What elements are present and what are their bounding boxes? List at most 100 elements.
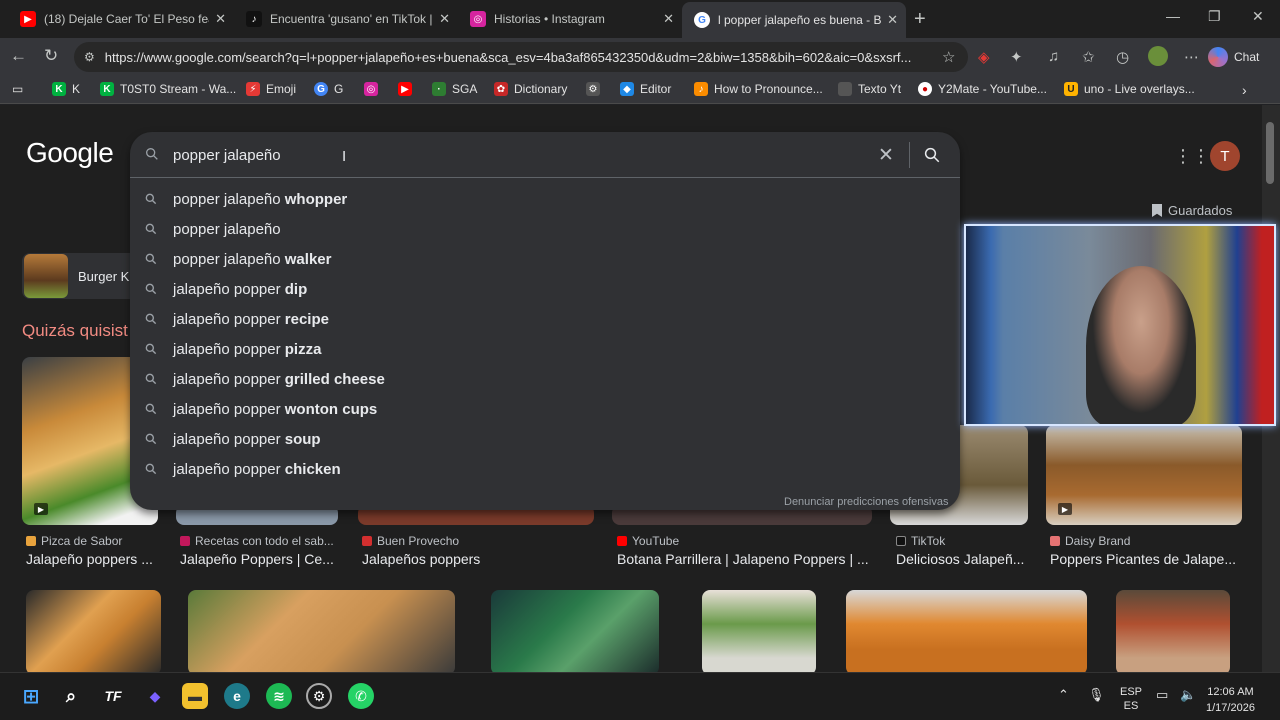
- address-bar[interactable]: ⚙ https://www.google.com/search?q=l+popp…: [74, 42, 968, 72]
- media-icon[interactable]: ♫: [1048, 48, 1059, 65]
- suggestion-item[interactable]: jalapeño popper soup: [130, 424, 960, 454]
- site-info-icon[interactable]: ⚙: [84, 50, 95, 64]
- restore-icon[interactable]: ❐: [1208, 8, 1221, 25]
- chevron-up-icon[interactable]: ⌃: [1058, 687, 1069, 703]
- result-source[interactable]: Daisy Brand: [1050, 534, 1130, 548]
- result-caption[interactable]: Jalapeño Poppers | Ce...: [180, 551, 340, 567]
- puzzle-icon[interactable]: ✦: [1010, 48, 1023, 66]
- favorites-icon[interactable]: ✩: [1082, 48, 1095, 66]
- bookmark-texto-yt[interactable]: Texto Yt: [838, 82, 901, 96]
- bookmark-sga[interactable]: · SGA: [432, 82, 477, 96]
- star-icon[interactable]: ☆: [942, 48, 955, 66]
- file-explorer-icon[interactable]: ▬: [182, 683, 208, 709]
- search-submit-icon[interactable]: [923, 146, 941, 164]
- bookmark-tosto[interactable]: K T0ST0 Stream - Wa...: [100, 82, 236, 96]
- reload-icon[interactable]: ↻: [44, 46, 58, 66]
- result-image[interactable]: [846, 590, 1087, 672]
- bookmark-folder-icon[interactable]: ▭: [12, 82, 23, 96]
- uno-icon: U: [1064, 82, 1078, 96]
- system-clock[interactable]: 12:06 AM 1/17/2026: [1206, 684, 1255, 716]
- bookmark-instagram[interactable]: ◎: [364, 82, 378, 96]
- tab-tiktok[interactable]: ♪ Encuentra 'gusano' en TikTok | Bus ✕: [234, 4, 458, 34]
- result-caption[interactable]: Jalapeño poppers ...: [26, 551, 156, 567]
- app-icon[interactable]: ◆: [142, 683, 168, 709]
- volume-icon[interactable]: 🔈: [1180, 687, 1196, 703]
- spotify-icon[interactable]: ≋: [266, 683, 292, 709]
- tab-instagram[interactable]: ◎ Historias • Instagram ✕: [458, 4, 682, 34]
- microphone-icon[interactable]: 🎙: [1088, 687, 1105, 703]
- tab-google-search[interactable]: G l popper jalapeño es buena - Busc ✕: [682, 2, 906, 38]
- result-image[interactable]: [702, 590, 816, 672]
- suggestion-item[interactable]: jalapeño popper recipe: [130, 304, 960, 334]
- result-caption[interactable]: Botana Parrillera | Jalapeno Poppers | .…: [617, 551, 873, 567]
- edge-icon[interactable]: e: [224, 683, 250, 709]
- bookmark-uno[interactable]: Uuno - Live overlays...: [1064, 82, 1195, 96]
- saved-link[interactable]: Guardados: [1152, 203, 1232, 218]
- profile-icon[interactable]: [1148, 46, 1168, 66]
- close-window-icon[interactable]: ✕: [1252, 8, 1264, 25]
- chat-button[interactable]: Chat: [1208, 44, 1274, 70]
- related-chip[interactable]: Burger K: [22, 253, 140, 299]
- search-icon: [145, 433, 157, 445]
- suggestion-item[interactable]: jalapeño popper dip: [130, 274, 960, 304]
- extension-icon[interactable]: ◈: [978, 48, 990, 66]
- close-tab-icon[interactable]: ✕: [215, 11, 226, 27]
- lang-bottom: ES: [1123, 700, 1139, 712]
- result-image[interactable]: [1116, 590, 1230, 672]
- bookmark-how-to-pronounce[interactable]: ♪ How to Pronounce...: [694, 82, 823, 96]
- result-source[interactable]: TikTok: [896, 534, 945, 548]
- avatar[interactable]: T: [1210, 141, 1240, 171]
- clear-search-icon[interactable]: ✕: [878, 144, 894, 167]
- scrollbar-thumb[interactable]: [1266, 122, 1274, 184]
- history-icon[interactable]: ◷: [1116, 48, 1129, 66]
- whatsapp-icon[interactable]: ✆: [348, 683, 374, 709]
- bookmark-g[interactable]: GG: [314, 82, 343, 96]
- bookmark-youtube[interactable]: ▶: [398, 82, 412, 96]
- language-indicator[interactable]: ESP ES: [1120, 685, 1142, 713]
- back-arrow-icon[interactable]: ←: [10, 46, 27, 66]
- app-icon[interactable]: ⚙: [306, 683, 332, 709]
- suggestion-item[interactable]: popper jalapeño walker: [130, 244, 960, 274]
- result-image[interactable]: [491, 590, 659, 672]
- suggestion-item[interactable]: jalapeño popper chicken: [130, 454, 960, 484]
- chevron-right-icon[interactable]: ›: [1242, 82, 1247, 98]
- bookmark-dictionary[interactable]: ✿ Dictionary: [494, 82, 567, 96]
- suggestion-item[interactable]: jalapeño popper wonton cups: [130, 394, 960, 424]
- close-tab-icon[interactable]: ✕: [887, 12, 898, 28]
- windows-start-icon[interactable]: ⊞: [18, 683, 44, 709]
- report-predictions-link[interactable]: Denunciar predicciones ofensivas: [784, 496, 948, 508]
- result-image[interactable]: [26, 590, 161, 672]
- close-tab-icon[interactable]: ✕: [663, 11, 674, 27]
- bookmark-k[interactable]: KK: [52, 82, 80, 96]
- menu-dots-icon[interactable]: ⋯: [1184, 48, 1199, 66]
- result-source[interactable]: YouTube: [617, 534, 679, 548]
- tf-app-icon[interactable]: TF: [100, 683, 126, 709]
- suggestion-base: jalapeño popper: [173, 341, 285, 358]
- result-image[interactable]: [1046, 425, 1242, 525]
- result-source[interactable]: Pizca de Sabor: [26, 534, 122, 548]
- close-tab-icon[interactable]: ✕: [439, 11, 450, 27]
- search-box[interactable]: popper jalapeño I ✕: [130, 132, 960, 178]
- result-image[interactable]: [188, 590, 455, 672]
- suggestion-item[interactable]: popper jalapeño whopper: [130, 184, 960, 214]
- google-logo[interactable]: Google: [26, 137, 114, 169]
- suggestion-item[interactable]: jalapeño popper pizza: [130, 334, 960, 364]
- result-source[interactable]: Recetas con todo el sab...: [180, 534, 334, 548]
- suggestion-item[interactable]: popper jalapeño: [130, 214, 960, 244]
- result-caption[interactable]: Poppers Picantes de Jalape...: [1050, 551, 1240, 567]
- suggestion-item[interactable]: jalapeño popper grilled cheese: [130, 364, 960, 394]
- result-caption[interactable]: Jalapeños poppers: [362, 551, 592, 567]
- suggestion-base: jalapeño popper: [173, 461, 285, 478]
- result-source[interactable]: Buen Provecho: [362, 534, 459, 548]
- new-tab-button[interactable]: +: [914, 8, 926, 31]
- search-icon[interactable]: ⌕: [58, 683, 84, 709]
- result-caption[interactable]: Deliciosos Jalapeñ...: [896, 551, 1030, 567]
- tab-youtube[interactable]: ▶ (18) Dejale Caer To' El Peso feat. H ✕: [8, 4, 234, 34]
- search-input[interactable]: popper jalapeño: [173, 147, 281, 164]
- bookmark-emoji[interactable]: ⚡ Emoji: [246, 82, 296, 96]
- bookmark-chatgpt[interactable]: ⚙: [586, 82, 600, 96]
- minimize-icon[interactable]: —: [1166, 8, 1180, 24]
- bookmark-y2mate[interactable]: ● Y2Mate - YouTube...: [918, 82, 1047, 96]
- bookmark-editor[interactable]: ◆ Editor: [620, 82, 671, 96]
- network-icon[interactable]: ▭: [1156, 687, 1168, 703]
